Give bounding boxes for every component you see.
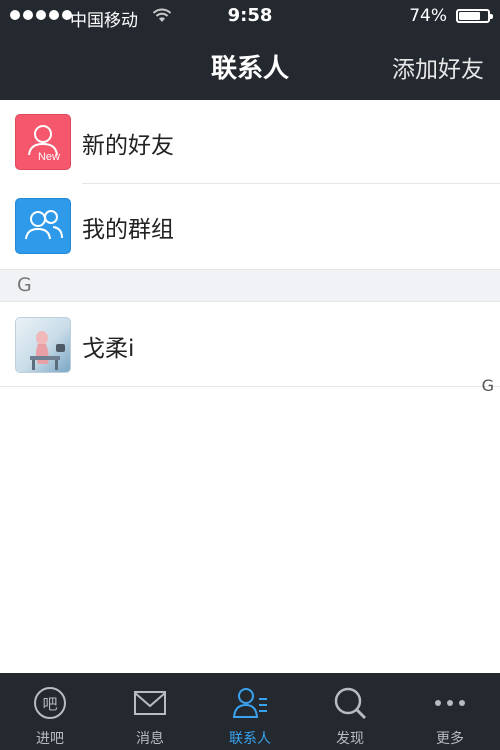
tab-label: 更多	[436, 731, 464, 747]
tab-label: 消息	[136, 731, 164, 747]
my-groups-label: 我的群组	[82, 217, 174, 243]
add-friend-button[interactable]: 添加好友	[392, 50, 484, 84]
contact-avatar	[15, 317, 71, 373]
new-badge: New	[38, 151, 60, 163]
new-friend-icon: New	[15, 114, 71, 170]
search-icon	[334, 687, 367, 720]
envelope-icon	[134, 691, 166, 715]
contact-row[interactable]: 戈柔i	[0, 303, 500, 387]
my-groups-row[interactable]: 我的群组	[0, 184, 500, 268]
more-dots-icon	[435, 700, 465, 706]
battery-icon	[456, 9, 493, 23]
top-bar: 中国移动 9:58 74% 联系人 添加好友	[0, 0, 500, 100]
contact-name: 戈柔i	[82, 336, 135, 362]
new-friends-label: 新的好友	[82, 133, 174, 159]
tab-jinba[interactable]: 吧 进吧	[0, 673, 100, 750]
battery-percent: 74%	[409, 6, 447, 26]
svg-text:吧: 吧	[42, 695, 57, 713]
bar-chat-icon: 吧	[34, 687, 66, 719]
tab-messages[interactable]: 消息	[100, 673, 200, 750]
divider	[0, 386, 500, 387]
new-friends-row[interactable]: New 新的好友	[0, 100, 500, 184]
tab-bar: 吧 进吧 消息 联系人 发现 更多	[0, 673, 500, 750]
tab-label: 联系人	[229, 731, 271, 747]
tab-more[interactable]: 更多	[400, 673, 500, 750]
group-icon	[15, 198, 71, 254]
tab-label: 发现	[336, 731, 364, 747]
tab-discover[interactable]: 发现	[300, 673, 400, 750]
section-letter: G	[17, 274, 32, 296]
index-bar-letter[interactable]: G	[482, 376, 494, 395]
status-bar: 中国移动 9:58 74%	[0, 0, 500, 32]
tab-contacts[interactable]: 联系人	[200, 673, 300, 750]
contacts-icon	[232, 688, 267, 718]
tab-label: 进吧	[36, 731, 64, 747]
section-header-g: G	[0, 269, 500, 302]
